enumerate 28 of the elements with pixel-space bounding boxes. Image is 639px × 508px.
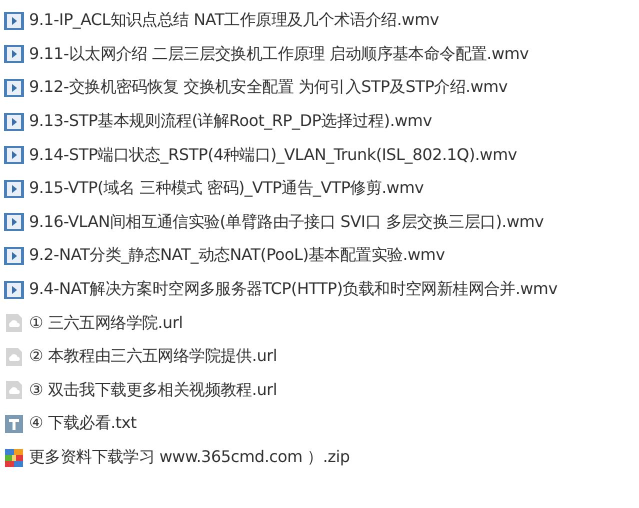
- file-name[interactable]: 9.16-VLAN间相互通信实验(单臂路由子接口 SVI口 多层交换三层口).wmv: [29, 212, 544, 233]
- video-file-icon: [4, 78, 24, 98]
- file-name[interactable]: 更多资料下载学习 www.365cmd.com ）.zip: [29, 447, 350, 468]
- cloud-file-icon: [4, 346, 24, 367]
- cloud-file-icon: [4, 313, 24, 334]
- video-file-icon: [4, 280, 24, 300]
- archive-file-icon: [4, 448, 24, 468]
- file-name[interactable]: 9.15-VTP(域名 三种模式 密码)_VTP通告_VTP修剪.wmv: [29, 178, 424, 200]
- file-name[interactable]: ③ 双击我下载更多相关视频教程.url: [29, 380, 277, 401]
- video-file-icon: [4, 44, 24, 64]
- file-name[interactable]: 9.14-STP端口状态_RSTP(4种端口)_VLAN_Trunk(ISL_802.1Q).wmv: [29, 144, 517, 166]
- video-file-icon: [4, 112, 24, 132]
- file-name[interactable]: 9.1-IP_ACL知识点总结 NAT工作原理及几个术语介绍.wmv: [29, 10, 439, 32]
- text-file-icon: [4, 414, 24, 434]
- file-name[interactable]: 9.4-NAT解决方案时空网多服务器TCP(HTTP)负载和时空网新桂网合并.wmv: [29, 279, 558, 300]
- video-file-icon: [4, 10, 24, 31]
- file-name[interactable]: 9.2-NAT分类_静态NAT_动态NAT(PooL)基本配置实验.wmv: [29, 245, 445, 266]
- file-name[interactable]: ④ 下载必看.txt: [29, 413, 137, 434]
- file-name[interactable]: 9.11-以太网介绍 二层三层交换机工作原理 启动顺序基本命令配置.wmv: [29, 44, 529, 65]
- file-name[interactable]: 9.12-交换机密码恢复 交换机安全配置 为何引入STP及STP介绍.wmv: [29, 77, 508, 98]
- cloud-file-icon: [4, 380, 24, 400]
- file-name[interactable]: 9.13-STP基本规则流程(详解Root_RP_DP选择过程).wmv: [29, 111, 432, 132]
- video-file-icon: [4, 145, 24, 166]
- video-file-icon: [4, 178, 24, 199]
- file-name[interactable]: ② 本教程由三六五网络学院提供.url: [29, 346, 277, 368]
- file-name[interactable]: ① 三六五网络学院.url: [29, 312, 183, 334]
- video-file-icon: [4, 246, 24, 266]
- video-file-icon: [4, 212, 24, 232]
